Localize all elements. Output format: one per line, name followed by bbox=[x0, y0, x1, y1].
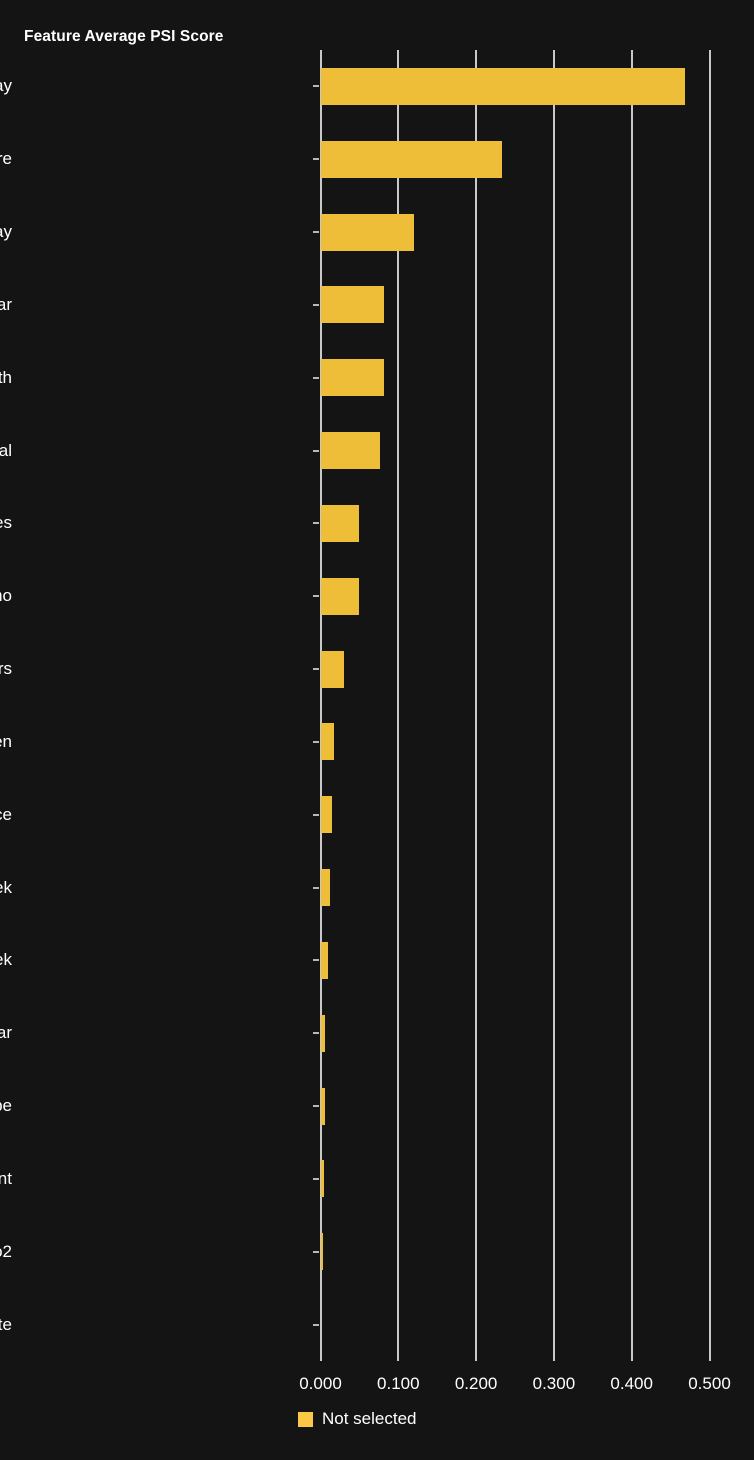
y-axis-label-competitionopensinceyear: CompetitionOpenSinceYear bbox=[0, 1023, 12, 1043]
x-axis-tick-label: 0.300 bbox=[532, 1374, 576, 1393]
y-axis-label-customers: Customers bbox=[0, 659, 12, 679]
y-axis-label-competitiondistance: CompetitionDistance bbox=[0, 804, 12, 824]
x-axis-tick-label: 0.200 bbox=[454, 1374, 498, 1393]
y-axis-label-promo: Promo bbox=[0, 586, 12, 606]
y-axis-label-promointerval: PromoInterval bbox=[0, 440, 12, 460]
y-axis-label-competitionopensincemonth: CompetitionOpenSinceMonth bbox=[0, 367, 12, 387]
y-axis-label-stateholiday: StateHoliday bbox=[0, 76, 12, 96]
y-axis-label-store: Store bbox=[0, 149, 12, 169]
chart-legend: Not selected bbox=[298, 1409, 417, 1429]
y-axis-label-assortment: Assortment bbox=[0, 1168, 12, 1188]
x-axis-tick-label: 0.500 bbox=[688, 1374, 731, 1393]
y-axis-label-dayofweek: DayOfWeek bbox=[0, 877, 12, 897]
y-axis-label-date: Date bbox=[0, 1314, 12, 1334]
y-axis-labels: StateHoliday Store SchoolHoliday Promo2Sinc… bbox=[0, 0, 754, 1460]
legend-label-not-selected: Not selected bbox=[322, 1409, 417, 1428]
x-axis-tick-label: 0.400 bbox=[610, 1374, 653, 1393]
y-axis-label-storetype: StoreType bbox=[0, 1096, 12, 1116]
y-axis-label-sales: Sales bbox=[0, 513, 12, 533]
legend-swatch-not-selected bbox=[298, 1411, 313, 1427]
x-axis-tick-label: 0.100 bbox=[377, 1374, 420, 1393]
psi-score-bar-chart: Feature Average PSI Score StateHolidaySt… bbox=[0, 0, 754, 1460]
y-axis-label-promo2sinceyear: Promo2SinceYear bbox=[0, 294, 12, 314]
y-axis-label-promo2sinceweek: Promo2SinceWeek bbox=[0, 950, 12, 970]
x-axis-tick-label: 0.000 bbox=[299, 1374, 342, 1393]
y-axis-label-schoolholiday: SchoolHoliday bbox=[0, 222, 12, 242]
y-axis-label-promo2: Promo2 bbox=[0, 1241, 12, 1261]
y-axis-label-open: Open bbox=[0, 731, 12, 751]
